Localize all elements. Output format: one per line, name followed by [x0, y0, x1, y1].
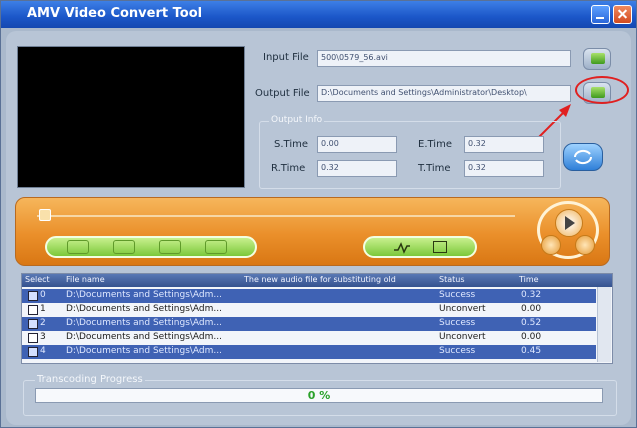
- progress-value: 0 %: [307, 389, 331, 402]
- seek-handle[interactable]: [39, 209, 51, 221]
- row-file-name: D:\Documents and Settings\Adm...: [66, 332, 222, 342]
- row-status: Success: [439, 346, 476, 356]
- stime-field[interactable]: 0.00: [317, 136, 397, 153]
- volume-up-button[interactable]: [575, 235, 595, 255]
- prev-frame-button[interactable]: [159, 240, 181, 254]
- waveform-icon[interactable]: [393, 241, 411, 255]
- etime-field[interactable]: 0.32: [464, 136, 544, 153]
- highlight-circle: [575, 76, 629, 104]
- row-status: Success: [439, 318, 476, 328]
- minimize-button[interactable]: [591, 5, 610, 24]
- progress-title: Transcoding Progress: [35, 374, 145, 385]
- output-file-field[interactable]: D:\Documents and Settings\Administrator\…: [317, 85, 571, 102]
- volume-down-button[interactable]: [541, 235, 561, 255]
- row-index: 3: [40, 332, 46, 342]
- row-checkbox[interactable]: [28, 347, 38, 357]
- table-row[interactable]: 3 D:\Documents and Settings\Adm... Unconve…: [22, 331, 596, 345]
- ttime-field[interactable]: 0.32: [464, 160, 544, 177]
- row-checkbox[interactable]: [28, 319, 38, 329]
- row-time: 0.45: [521, 346, 542, 356]
- table-row[interactable]: 4 D:\Documents and Settings\Adm... Success…: [22, 345, 596, 359]
- close-button[interactable]: [613, 5, 632, 24]
- row-time: 0.32: [521, 290, 542, 300]
- row-time: 0.00: [521, 332, 542, 342]
- stime-label: S.Time: [274, 139, 308, 150]
- app-window: AMV Video Convert Tool Input File 500\05…: [0, 0, 637, 428]
- column-header[interactable]: Status: [439, 275, 465, 284]
- convert-button[interactable]: [563, 143, 603, 171]
- row-time: 0.00: [521, 304, 542, 314]
- input-file-label: Input File: [263, 52, 309, 63]
- table-row[interactable]: 1 D:\Documents and Settings\Adm... Unconve…: [22, 303, 596, 317]
- row-file-name: D:\Documents and Settings\Adm...: [66, 304, 222, 314]
- ttime-label: T.Time: [418, 163, 451, 174]
- row-index: 4: [40, 346, 46, 356]
- input-file-field[interactable]: 500\0579_56.avi: [317, 50, 571, 67]
- row-checkbox[interactable]: [28, 333, 38, 343]
- output-file-label: Output File: [255, 88, 310, 99]
- row-file-name: D:\Documents and Settings\Adm...: [66, 318, 222, 328]
- column-header[interactable]: File name: [66, 275, 105, 284]
- edit-controls-group: [45, 236, 257, 258]
- table-row[interactable]: 2 D:\Documents and Settings\Adm... Success…: [22, 317, 596, 331]
- cut-start-button[interactable]: [67, 240, 89, 254]
- rtime-field[interactable]: 0.32: [317, 160, 397, 177]
- audio-controls-group: [363, 236, 477, 258]
- row-checkbox[interactable]: [28, 305, 38, 315]
- row-file-name: D:\Documents and Settings\Adm...: [66, 346, 222, 356]
- file-table: Select File name The new audio file for …: [21, 273, 613, 364]
- title-bar: AMV Video Convert Tool: [1, 1, 636, 28]
- column-header[interactable]: The new audio file for substituting old: [244, 275, 396, 284]
- record-stop-button[interactable]: [433, 241, 447, 253]
- output-info-group: [259, 121, 561, 189]
- row-status: Unconvert: [439, 304, 486, 314]
- output-info-title: Output Info: [269, 115, 325, 125]
- table-scrollbar[interactable]: [597, 287, 611, 362]
- video-preview: [17, 46, 245, 188]
- seek-track[interactable]: [37, 215, 515, 217]
- row-status: Unconvert: [439, 332, 486, 342]
- rtime-label: R.Time: [271, 163, 306, 174]
- table-row[interactable]: 0 D:\Documents and Settings\Adm... Success…: [22, 289, 596, 303]
- row-index: 2: [40, 318, 46, 328]
- row-time: 0.52: [521, 318, 542, 328]
- refresh-icon: [573, 149, 593, 165]
- row-file-name: D:\Documents and Settings\Adm...: [66, 290, 222, 300]
- browse-input-button[interactable]: [583, 48, 611, 70]
- progress-bar: 0 %: [35, 388, 603, 403]
- row-index: 1: [40, 304, 46, 314]
- next-frame-button[interactable]: [205, 240, 227, 254]
- table-header: Select File name The new audio file for …: [22, 274, 612, 287]
- window-title: AMV Video Convert Tool: [27, 6, 203, 21]
- row-index: 0: [40, 290, 46, 300]
- folder-icon: [591, 53, 605, 64]
- column-header[interactable]: Time: [519, 275, 539, 284]
- row-checkbox[interactable]: [28, 291, 38, 301]
- cut-end-button[interactable]: [113, 240, 135, 254]
- play-button[interactable]: [555, 209, 583, 237]
- row-status: Success: [439, 290, 476, 300]
- column-header[interactable]: Select: [25, 275, 50, 284]
- etime-label: E.Time: [418, 139, 452, 150]
